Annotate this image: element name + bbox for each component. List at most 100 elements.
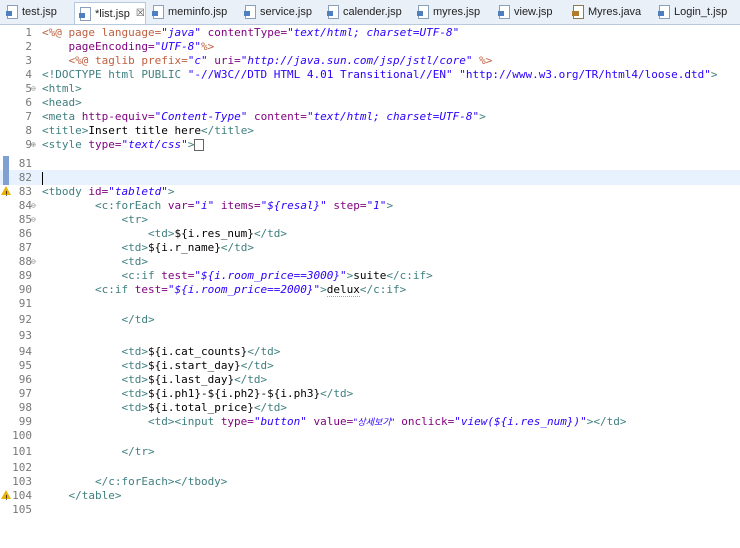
code-line: 89 <c:if test="${i.room_price==3000}">su… xyxy=(0,268,740,283)
line-number: 85 xyxy=(18,213,32,226)
line-number: 92 xyxy=(18,313,32,326)
tab-login-t-jsp[interactable]: Login_t.jsp xyxy=(654,2,738,22)
code-line: 100 xyxy=(0,428,740,443)
jsp-file-icon xyxy=(6,5,18,19)
text-cursor xyxy=(42,171,43,185)
line-number: 89 xyxy=(18,269,32,282)
line-number: 86 xyxy=(18,227,32,240)
code-line: 91 xyxy=(0,296,740,311)
code-line: 105 xyxy=(0,502,740,517)
code-line: 104 </table> xyxy=(0,488,740,506)
jsp-file-icon xyxy=(244,5,256,19)
code-line: 8 <title>Insert title here</title> xyxy=(0,123,740,138)
line-number: 5 xyxy=(25,82,32,95)
line-number: 9 xyxy=(25,138,32,151)
line-number: 105 xyxy=(12,503,32,516)
collapsed-block-icon[interactable] xyxy=(194,139,205,151)
code-line: 3 <%@ taglib prefix="c" uri="http://java… xyxy=(0,53,740,68)
tab-list-jsp[interactable]: *list.jsp ☒ xyxy=(74,2,146,24)
jsp-file-icon xyxy=(417,5,429,19)
line-number: 90 xyxy=(18,283,32,296)
line-number: 103 xyxy=(12,475,32,488)
code-line: 7 <meta http-equiv="Content-Type" conten… xyxy=(0,109,740,124)
line-number: 8 xyxy=(25,124,32,137)
tab-label: view.jsp xyxy=(514,6,553,18)
jsp-file-icon xyxy=(658,5,670,19)
tab-view-jsp[interactable]: view.jsp xyxy=(494,2,566,22)
code-line: 84 ⊖ <c:forEach var="i" items="${resal}" … xyxy=(0,198,740,213)
tab-myres-java[interactable]: Myres.java xyxy=(568,2,644,22)
code-line: 99 <td><input type="button" value="상세보기"… xyxy=(0,414,740,429)
code-line: 4 <!DOCTYPE html PUBLIC "-//W3C//DTD HTM… xyxy=(0,67,740,82)
tab-label: calender.jsp xyxy=(343,6,402,18)
fold-expand-icon[interactable]: ⊕ xyxy=(31,137,36,152)
line-number: 87 xyxy=(18,241,32,254)
tab-label: Myres.java xyxy=(588,6,642,18)
code-line: 90 <c:if test="${i.room_price==2000}">de… xyxy=(0,282,740,297)
code-line: 2 pageEncoding="UTF-8"%> xyxy=(0,39,740,54)
tab-label: meminfo.jsp xyxy=(168,6,228,18)
jsp-file-icon xyxy=(498,5,510,19)
code-line: 87 <td>${i.r_name}</td> xyxy=(0,240,740,255)
line-number: 83 xyxy=(18,185,32,198)
line-number: 96 xyxy=(18,373,32,386)
code-line: 96 <td>${i.last_day}</td> xyxy=(0,372,740,387)
editor-tab-bar: test.jsp *list.jsp ☒ meminfo.jsp service.… xyxy=(0,0,740,25)
code-line: 83 <tbody id="tabletd"> xyxy=(0,184,740,202)
tab-label: service.jsp xyxy=(260,6,312,18)
tab-label: test.jsp xyxy=(22,6,57,18)
code-line: 5 ⊖ <html> xyxy=(0,81,740,96)
line-number: 2 xyxy=(25,40,32,53)
tab-test-jsp[interactable]: test.jsp xyxy=(2,2,72,22)
code-line: 6 <head> xyxy=(0,95,740,110)
code-line: 97 <td>${i.ph1}-${i.ph2}-${i.ph3}</td> xyxy=(0,386,740,401)
line-number: 4 xyxy=(25,68,32,81)
line-number: 88 xyxy=(18,255,32,268)
jsp-file-icon xyxy=(327,5,339,19)
line-number: 97 xyxy=(18,387,32,400)
code-line: 85 ⊖ <tr> xyxy=(0,212,740,227)
line-number: 100 xyxy=(12,429,32,442)
tab-label: Login_t.jsp xyxy=(674,6,728,18)
line-number: 102 xyxy=(12,461,32,474)
jsp-file-icon xyxy=(152,5,164,19)
line-number: 101 xyxy=(12,445,32,458)
close-tab-icon[interactable]: ☒ xyxy=(136,8,145,19)
line-number: 6 xyxy=(25,96,32,109)
tab-meminfo-jsp[interactable]: meminfo.jsp xyxy=(148,2,240,22)
line-number: 81 xyxy=(18,157,32,170)
line-number: 82 xyxy=(18,171,32,184)
tab-calender-jsp[interactable]: calender.jsp xyxy=(323,2,413,22)
line-number: 1 xyxy=(25,26,32,39)
code-editor[interactable]: 1 <%@ page language="java" contentType="… xyxy=(0,25,740,516)
code-line: 1 <%@ page language="java" contentType="… xyxy=(0,25,740,40)
line-number: 84 xyxy=(18,199,32,212)
code-line: 92 </td> xyxy=(0,312,740,327)
code-line: 94 <td>${i.cat_counts}</td> xyxy=(0,344,740,359)
code-line: 101 </tr> xyxy=(0,444,740,459)
code-line: 9 ⊕ <style type="text/css"> xyxy=(0,137,740,152)
tab-myres-jsp[interactable]: myres.jsp xyxy=(413,2,493,22)
fold-collapse-icon[interactable]: ⊖ xyxy=(31,198,36,213)
fold-collapse-icon[interactable]: ⊖ xyxy=(31,81,36,96)
line-number: 93 xyxy=(18,329,32,342)
code-line: 81 xyxy=(0,156,740,171)
tab-label: myres.jsp xyxy=(433,6,481,18)
code-line: 88 ⊖ <td> xyxy=(0,254,740,269)
tab-service-jsp[interactable]: service.jsp xyxy=(240,2,320,22)
code-line: 103 </c:forEach></tbody> xyxy=(0,474,740,489)
java-file-icon xyxy=(572,5,584,19)
line-number: 94 xyxy=(18,345,32,358)
code-line: 98 <td>${i.total_price}</td> xyxy=(0,400,740,415)
line-number: 91 xyxy=(18,297,32,310)
fold-collapse-icon[interactable]: ⊖ xyxy=(31,254,36,269)
jsp-file-icon xyxy=(79,6,91,21)
line-number: 104 xyxy=(12,489,32,502)
line-number: 98 xyxy=(18,401,32,414)
code-line: 95 <td>${i.start_day}</td> xyxy=(0,358,740,373)
fold-collapse-icon[interactable]: ⊖ xyxy=(31,212,36,227)
code-line: 102 xyxy=(0,460,740,475)
code-line: 86 <td>${i.res_num}</td> xyxy=(0,226,740,241)
line-number: 3 xyxy=(25,54,32,67)
line-number: 95 xyxy=(18,359,32,372)
